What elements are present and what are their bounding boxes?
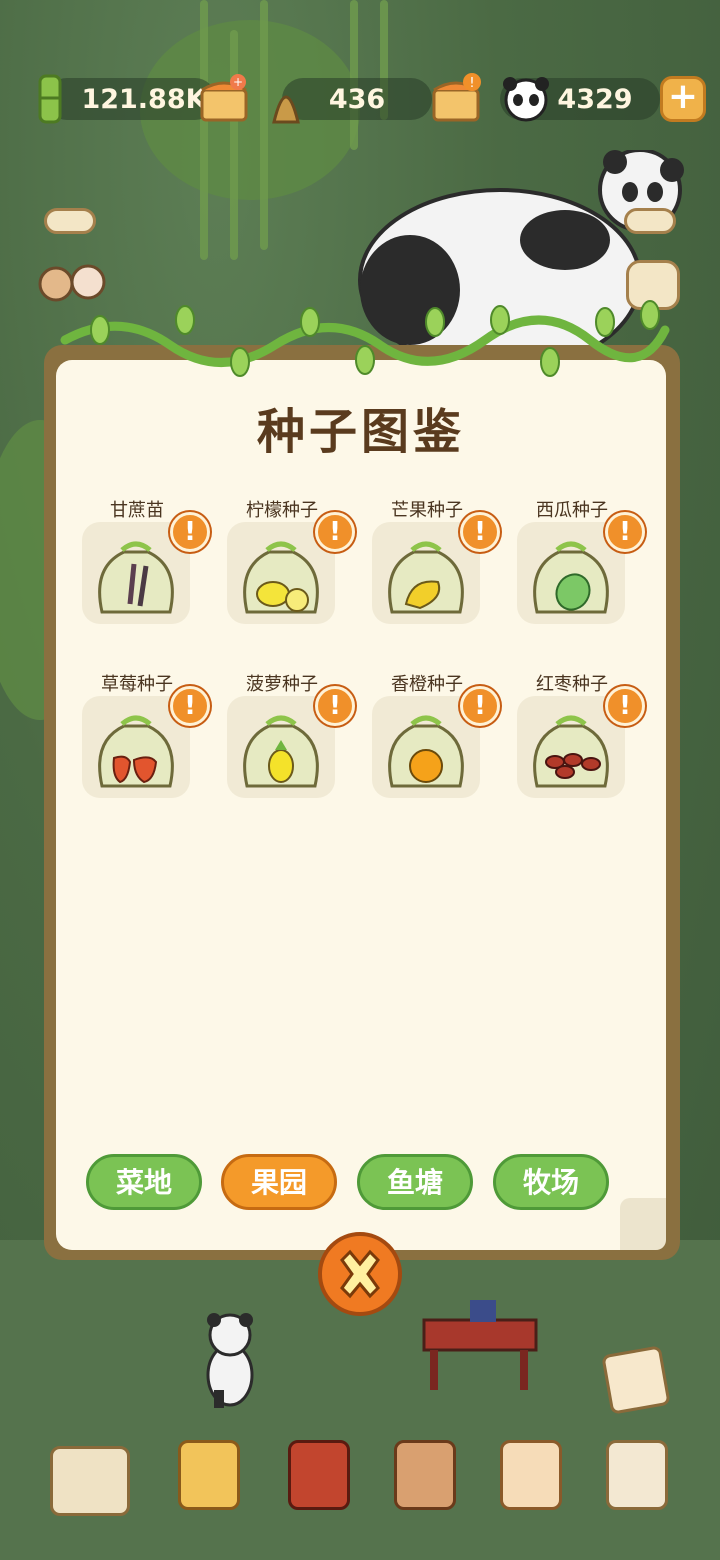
seed-item-mango[interactable]: 芒果种子 ! (372, 496, 500, 636)
desk-decoration[interactable] (420, 1290, 540, 1400)
tab-fish-pond[interactable]: 鱼塘 (357, 1154, 473, 1210)
shoot-count: 436 (328, 83, 386, 115)
new-alert-badge: ! (315, 512, 355, 552)
panda-icon (503, 77, 549, 122)
vine-decoration (60, 300, 670, 377)
paint-bucket-button[interactable] (178, 1440, 240, 1510)
storage-box-button[interactable] (606, 1440, 668, 1510)
animal-friends-icon[interactable] (36, 256, 108, 304)
add-currency-button[interactable]: + (660, 76, 706, 122)
bamboo-count: 121.88K (81, 83, 207, 115)
new-alert-badge: ! (170, 512, 210, 552)
bamboo-counter: 121.88K (46, 78, 216, 120)
map-button[interactable] (50, 1446, 130, 1516)
collapse-right-button[interactable] (624, 208, 676, 234)
new-alert-badge: ! (315, 686, 355, 726)
seed-item-pineapple[interactable]: 菠萝种子 ! (227, 670, 355, 810)
quest-notes-button[interactable] (601, 1345, 671, 1415)
new-alert-badge: ! (170, 686, 210, 726)
collapse-left-button[interactable] (44, 208, 96, 234)
seed-item-red-date[interactable]: 红枣种子 ! (517, 670, 645, 810)
tools-button[interactable] (394, 1440, 456, 1510)
bamboo-icon (38, 74, 62, 124)
close-icon (340, 1249, 380, 1299)
page-fold-corner (620, 1198, 666, 1250)
panda-card-button[interactable] (500, 1440, 562, 1510)
menu-book-button[interactable] (288, 1440, 350, 1510)
bamboo-stalk (200, 0, 208, 260)
new-alert-badge: ! (460, 686, 500, 726)
tab-orchard[interactable]: 果园 (221, 1154, 337, 1210)
panel-title: 种子图鉴 (256, 404, 465, 460)
tab-ranch[interactable]: 牧场 (493, 1154, 609, 1210)
svg-text:!: ! (469, 76, 474, 91)
small-panda-sprite[interactable] (200, 1310, 260, 1410)
new-alert-badge: ! (605, 686, 645, 726)
seed-item-watermelon[interactable]: 西瓜种子 ! (517, 496, 645, 636)
seed-item-sugarcane[interactable]: 甘蔗苗 ! (82, 496, 210, 636)
seed-item-strawberry[interactable]: 草莓种子 ! (82, 670, 210, 810)
close-button[interactable] (318, 1232, 402, 1316)
seed-item-orange[interactable]: 香橙种子 ! (372, 670, 500, 810)
resource-bar: 121.88K + 436 ! 4329 (0, 72, 720, 126)
shop-plus-icon[interactable]: + (198, 72, 250, 124)
shop-alert-icon[interactable]: ! (430, 72, 482, 124)
tab-vegetable-field[interactable]: 菜地 (86, 1154, 202, 1210)
svg-text:+: + (233, 75, 243, 89)
bamboo-stalk (230, 30, 238, 260)
new-alert-badge: ! (605, 512, 645, 552)
seed-item-lemon[interactable]: 柠檬种子 ! (227, 496, 355, 636)
bamboo-shoot-icon (272, 95, 300, 124)
new-alert-badge: ! (460, 512, 500, 552)
